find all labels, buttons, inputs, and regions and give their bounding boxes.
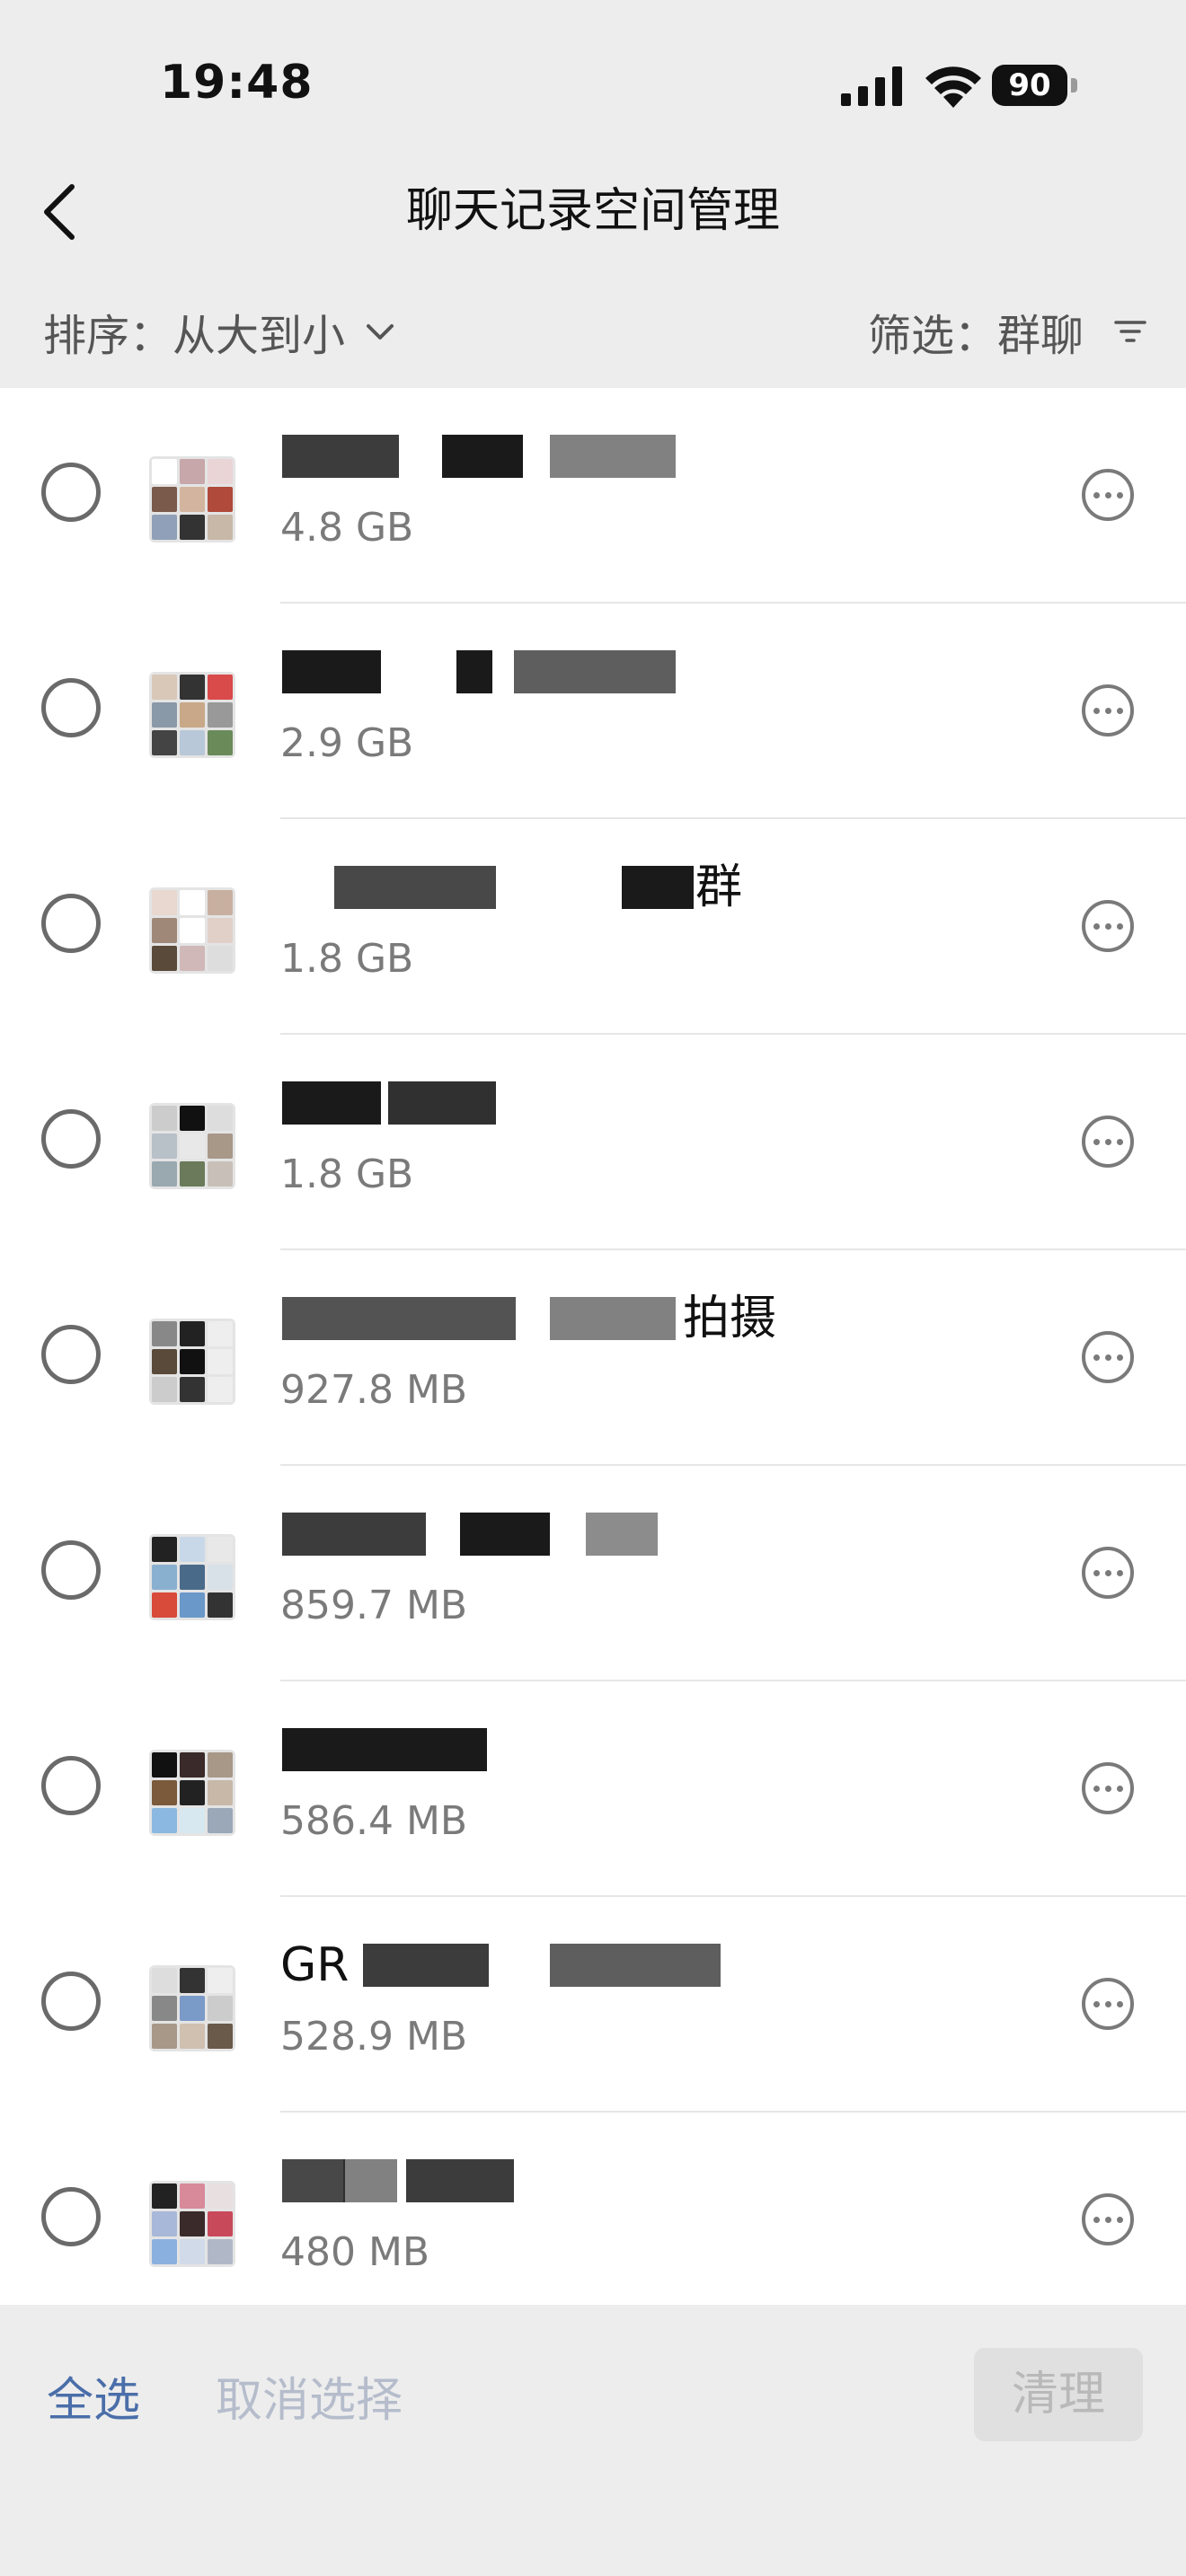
select-radio[interactable] (41, 2187, 101, 2246)
battery-icon: 90 (992, 65, 1078, 106)
cancel-selection-button[interactable]: 取消选择 (216, 2362, 403, 2430)
status-bar: 19:48 90 (0, 0, 1186, 162)
chat-size: 1.8 GB (280, 1151, 414, 1197)
chat-name: 拍摄 (280, 1292, 819, 1345)
chat-name (280, 1076, 819, 1130)
chat-name (280, 645, 819, 699)
list-item[interactable]: 群 1.8 GB (0, 819, 1186, 1035)
chat-size: 528.9 MB (280, 2014, 468, 2060)
chat-size: 4.8 GB (280, 505, 414, 551)
chat-name (280, 2154, 819, 2208)
more-options-icon[interactable] (1082, 469, 1134, 521)
select-all-button[interactable]: 全选 (47, 2362, 140, 2430)
chat-size: 1.8 GB (280, 936, 414, 982)
chat-name (280, 429, 819, 483)
more-options-icon[interactable] (1082, 1116, 1134, 1168)
chat-name (280, 1507, 819, 1561)
more-options-icon[interactable] (1082, 1978, 1134, 2030)
group-avatar (149, 672, 235, 758)
wifi-icon (925, 66, 981, 108)
list-item[interactable]: 拍摄 927.8 MB (0, 1250, 1186, 1466)
chat-size: 2.9 GB (280, 720, 414, 766)
filter-value: 群聊 (996, 311, 1084, 361)
list-item[interactable]: 480 MB (0, 2113, 1186, 2305)
chat-size: 480 MB (280, 2229, 430, 2275)
list-item[interactable]: 586.4 MB (0, 1681, 1186, 1897)
cellular-signal-icon (841, 66, 902, 106)
select-radio[interactable] (41, 894, 101, 953)
chat-size: 927.8 MB (280, 1367, 468, 1413)
group-avatar (149, 1103, 235, 1189)
status-time: 19:48 (160, 56, 314, 110)
more-options-icon[interactable] (1082, 1762, 1134, 1814)
chat-size: 859.7 MB (280, 1583, 468, 1628)
sort-value: 从大到小 (173, 311, 346, 361)
chat-name (280, 1723, 819, 1777)
page-title: 聊天记录空间管理 (405, 184, 780, 238)
filter-label: 筛选： (867, 311, 997, 361)
select-radio[interactable] (41, 678, 101, 737)
chat-size: 586.4 MB (280, 1798, 468, 1844)
more-options-icon[interactable] (1082, 1547, 1134, 1599)
nav-bar: 聊天记录空间管理 (0, 162, 1186, 260)
select-radio[interactable] (41, 1109, 101, 1169)
group-avatar (149, 2181, 235, 2267)
group-avatar (149, 1965, 235, 2051)
chevron-down-icon (367, 324, 394, 340)
bottom-action-bar: 全选 取消选择 清理 (0, 2305, 1186, 2576)
filter-dropdown[interactable]: 筛选： 群聊 (868, 300, 1150, 363)
battery-level: 90 (992, 65, 1067, 106)
select-radio[interactable] (41, 1540, 101, 1600)
group-avatar (149, 456, 235, 543)
more-options-icon[interactable] (1082, 2193, 1134, 2245)
group-avatar (149, 1319, 235, 1405)
chat-name: 群 (280, 860, 819, 914)
more-options-icon[interactable] (1082, 1331, 1134, 1383)
group-avatar (149, 1750, 235, 1836)
group-avatar (149, 1534, 235, 1620)
sort-filter-toolbar: 排序： 从大到小 筛选： 群聊 (0, 278, 1186, 386)
group-avatar (149, 887, 235, 974)
sort-dropdown[interactable]: 排序： 从大到小 (43, 300, 399, 363)
select-radio[interactable] (41, 1756, 101, 1815)
sort-label: 排序： (43, 311, 173, 361)
list-item[interactable]: 1.8 GB (0, 1035, 1186, 1250)
list-item[interactable]: GR 528.9 MB (0, 1897, 1186, 2113)
list-item[interactable]: 2.9 GB (0, 604, 1186, 819)
select-radio[interactable] (41, 1325, 101, 1384)
filter-icon (1114, 321, 1146, 342)
select-radio[interactable] (41, 463, 101, 522)
select-radio[interactable] (41, 1972, 101, 2031)
list-item[interactable]: 859.7 MB (0, 1466, 1186, 1681)
chat-name: GR (280, 1938, 819, 1992)
more-options-icon[interactable] (1082, 900, 1134, 952)
list-item[interactable]: 4.8 GB (0, 388, 1186, 604)
chat-storage-list: 4.8 GB 2.9 GB 群 1.8 GB 1.8 GB 拍摄 927.8 M… (0, 388, 1186, 2305)
clean-button[interactable]: 清理 (974, 2348, 1143, 2441)
more-options-icon[interactable] (1082, 684, 1134, 737)
